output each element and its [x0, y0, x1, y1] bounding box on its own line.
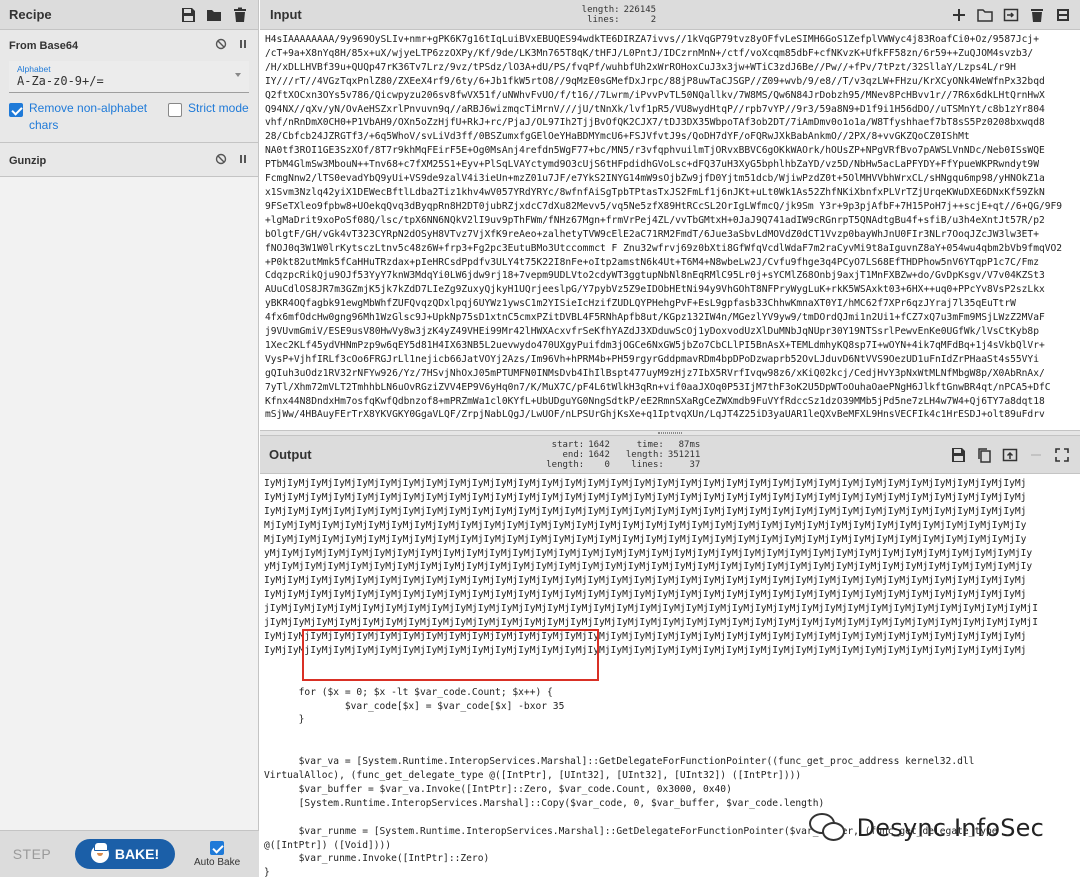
- disable-icon[interactable]: [215, 38, 227, 53]
- alphabet-select[interactable]: Alphabet A-Za-z0-9+/=: [9, 61, 249, 93]
- stat-label: length:: [581, 4, 620, 15]
- alphabet-label: Alphabet: [17, 64, 51, 74]
- output-lines: 37: [689, 459, 701, 470]
- input-header: Input length: 226145 lines: 2: [260, 0, 1080, 30]
- output-actions: [949, 446, 1071, 464]
- output-panel: Output start: 1642 time: 87ms end: 1642 …: [260, 436, 1080, 877]
- bake-button[interactable]: BAKE!: [75, 839, 175, 869]
- layout-icon[interactable]: [1054, 6, 1072, 24]
- disable-icon[interactable]: [215, 153, 227, 168]
- chevron-down-icon: [235, 73, 241, 77]
- checkbox-checked-icon: [9, 103, 23, 117]
- step-button[interactable]: STEP: [0, 846, 64, 862]
- chef-icon: [90, 842, 109, 863]
- selection-length: 0: [604, 459, 610, 470]
- pause-icon[interactable]: [237, 38, 249, 53]
- operation-name: From Base64: [9, 39, 79, 52]
- recipe-footer: STEP BAKE! Auto Bake: [0, 830, 259, 877]
- open-file-icon[interactable]: [1002, 6, 1020, 24]
- output-length: 351211: [667, 449, 701, 460]
- input-textarea[interactable]: H4sIAAAAAAAA/9y969OySLIv+nmr+gPK6K7g16tI…: [260, 30, 1080, 430]
- auto-bake-label: Auto Bake: [194, 856, 241, 868]
- strict-mode-label: Strict mode: [188, 101, 249, 115]
- remove-non-alphabet-checkbox[interactable]: Remove non-alphabet chars: [9, 100, 154, 134]
- input-panel: Input length: 226145 lines: 2 H4sIAAAAAA…: [260, 0, 1080, 436]
- pause-icon[interactable]: [237, 153, 249, 168]
- stat-label: length:: [546, 459, 585, 470]
- output-time: 87ms: [678, 439, 701, 450]
- recipe-header: Recipe: [0, 0, 258, 30]
- stat-label: time:: [636, 439, 664, 450]
- stat-label: end:: [562, 449, 585, 460]
- folder-icon[interactable]: [205, 6, 223, 24]
- checkbox-checked-icon: [210, 840, 225, 855]
- watermark: Desync InfoSec: [808, 813, 1044, 843]
- input-actions: [950, 6, 1072, 24]
- operation-from-base64: From Base64 Alphabet A-Za-z0-9+/= Remove…: [0, 30, 258, 143]
- save-icon[interactable]: [949, 446, 967, 464]
- output-header: Output start: 1642 time: 87ms end: 1642 …: [260, 436, 1080, 474]
- watermark-text: Desync InfoSec: [856, 814, 1044, 842]
- stat-label: lines:: [631, 459, 664, 470]
- stat-label: length:: [625, 449, 664, 460]
- wechat-icon: [808, 813, 849, 843]
- undo-icon[interactable]: [1027, 446, 1045, 464]
- add-icon[interactable]: [950, 6, 968, 24]
- operation-gunzip: Gunzip: [0, 143, 258, 177]
- fullscreen-icon[interactable]: [1053, 446, 1071, 464]
- output-title: Output: [269, 447, 312, 462]
- input-stats: length: 226145 lines: 2: [582, 5, 656, 25]
- input-length: 226145: [623, 4, 657, 15]
- alphabet-value: A-Za-z0-9+/=: [17, 74, 104, 88]
- bake-label: BAKE!: [114, 846, 160, 862]
- replace-input-icon[interactable]: [1001, 446, 1019, 464]
- open-folder-icon[interactable]: [976, 6, 994, 24]
- checkbox-unchecked-icon: [168, 103, 182, 117]
- operation-name: Gunzip: [9, 154, 47, 167]
- input-lines: 2: [650, 14, 657, 25]
- save-icon[interactable]: [179, 6, 197, 24]
- output-end: 1642: [588, 449, 610, 460]
- delete-icon[interactable]: [1028, 6, 1046, 24]
- output-start: 1642: [588, 439, 610, 450]
- recipe-title: Recipe: [9, 7, 52, 22]
- trash-icon[interactable]: [231, 6, 249, 24]
- strict-mode-checkbox[interactable]: Strict mode: [168, 100, 249, 117]
- remove-non-alphabet-label: Remove non-alphabet chars: [29, 101, 148, 132]
- output-stats: start: 1642 time: 87ms end: 1642 length:…: [546, 440, 700, 470]
- recipe-header-actions: [179, 6, 249, 24]
- stat-label: lines:: [587, 14, 620, 25]
- stat-label: start:: [551, 439, 585, 450]
- auto-bake-toggle[interactable]: Auto Bake: [194, 840, 241, 868]
- copy-icon[interactable]: [975, 446, 993, 464]
- recipe-panel: Recipe From Base64 Alphabet A-Za-z0-9+/=: [0, 0, 259, 877]
- input-title: Input: [270, 7, 302, 22]
